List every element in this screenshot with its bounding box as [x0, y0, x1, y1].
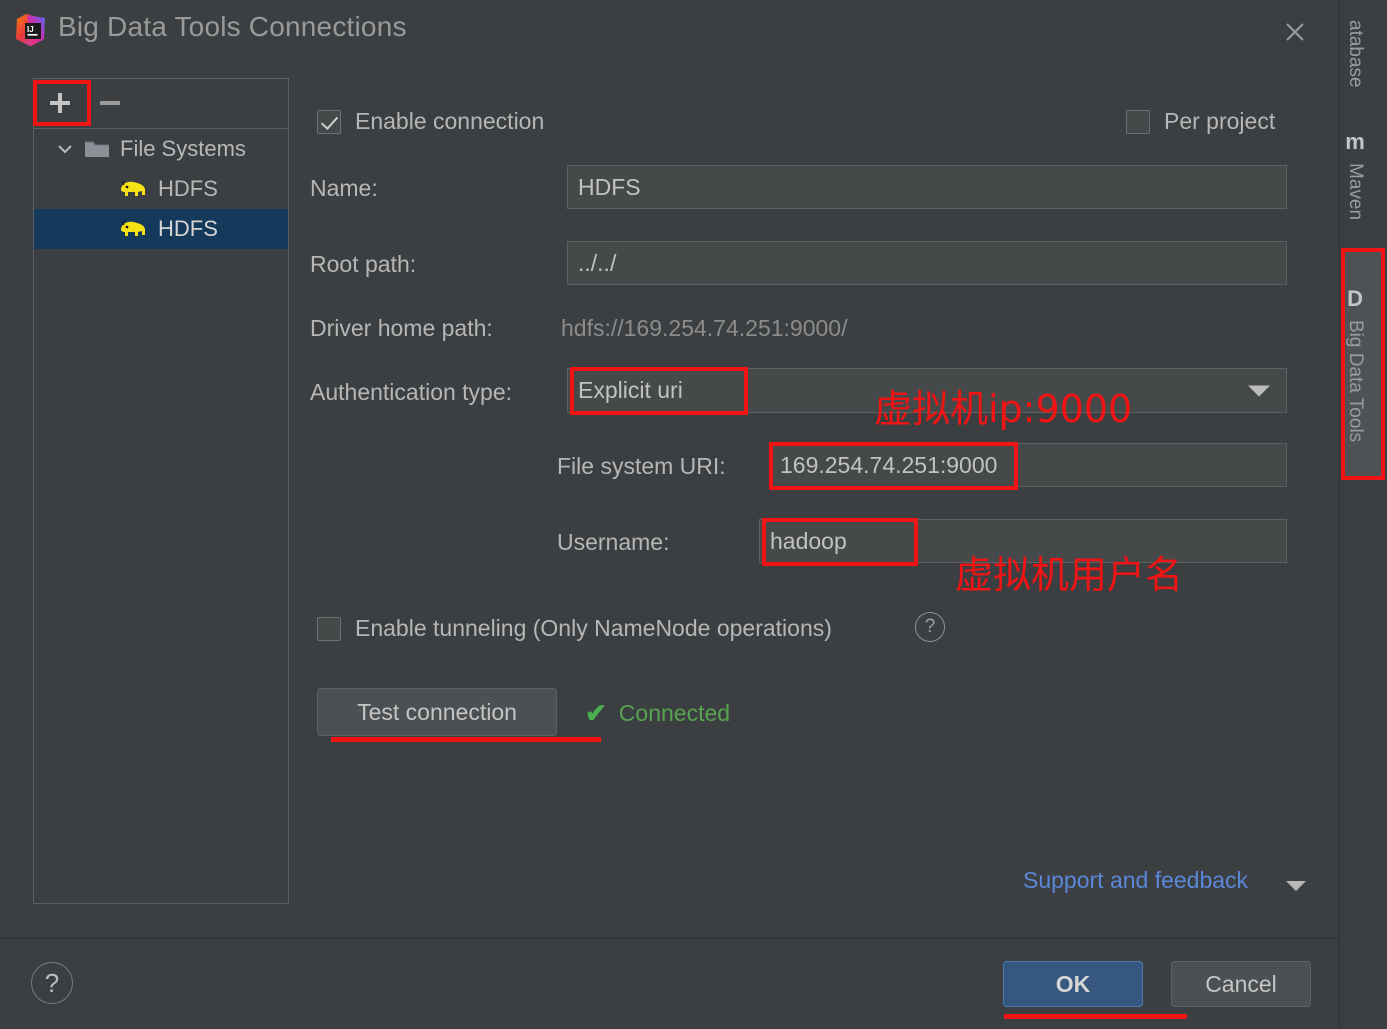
chevron-down-icon[interactable]	[1286, 881, 1306, 891]
ok-button[interactable]: OK	[1003, 961, 1143, 1007]
tool-tab-maven[interactable]: m Maven	[1344, 110, 1384, 240]
tool-tab-label: Big Data Tools	[1345, 319, 1366, 443]
chevron-down-icon[interactable]	[50, 139, 80, 159]
enable-tunneling-checkbox[interactable]: Enable tunneling (Only NameNode operatio…	[317, 615, 832, 642]
footer-divider	[0, 938, 1339, 939]
folder-icon	[84, 138, 110, 160]
tree-item-label: HDFS	[158, 216, 218, 241]
connections-tree: File Systems HDFS HDFS	[34, 129, 288, 249]
test-connection-button[interactable]: Test connection	[317, 688, 557, 736]
username-input[interactable]: hadoop	[759, 519, 1287, 563]
connection-status-label: Connected	[618, 700, 731, 726]
intellij-idea-logo-icon: IJ	[14, 13, 48, 47]
username-label: Username:	[557, 529, 670, 555]
connections-tree-panel: File Systems HDFS HDFS	[33, 78, 289, 904]
enable-connection-label: Enable connection	[355, 108, 545, 134]
cancel-button[interactable]: Cancel	[1171, 961, 1311, 1007]
tree-toolbar	[34, 79, 288, 129]
big-data-tools-icon: D	[1347, 285, 1363, 311]
hadoop-elephant-icon	[118, 178, 148, 200]
tool-tab-bigdata-content: D Big Data Tools	[1344, 286, 1366, 442]
driver-home-path-value: hdfs://169.254.74.251:9000/	[561, 315, 848, 341]
plus-icon[interactable]	[38, 81, 82, 125]
file-system-uri-input[interactable]: 169.254.74.251:9000	[769, 443, 1287, 487]
authentication-type-value: Explicit uri	[578, 377, 683, 403]
chevron-down-icon	[1248, 385, 1270, 396]
help-circle-icon[interactable]: ?	[31, 962, 73, 1004]
name-label: Name:	[310, 175, 378, 201]
svg-text:IJ: IJ	[27, 25, 34, 34]
tool-tab-big-data-tools[interactable]: D Big Data Tools	[1344, 250, 1384, 478]
root-path-label: Root path:	[310, 251, 417, 277]
tool-tab-maven-content: m Maven	[1344, 129, 1366, 220]
file-system-uri-label: File system URI:	[557, 453, 726, 479]
dialog-title: Big Data Tools Connections	[58, 11, 407, 42]
tree-item-hdfs-1[interactable]: HDFS	[34, 169, 288, 209]
tool-tab-label: atabase	[1345, 20, 1366, 88]
authentication-type-select[interactable]: Explicit uri	[567, 368, 1287, 413]
driver-home-path-label: Driver home path:	[310, 315, 493, 341]
help-circle-icon[interactable]: ?	[915, 612, 945, 642]
authentication-type-label: Authentication type:	[310, 379, 513, 405]
enable-tunneling-label: Enable tunneling (Only NameNode operatio…	[355, 615, 832, 641]
enable-connection-checkbox[interactable]: Enable connection	[317, 108, 544, 135]
big-data-tools-connections-dialog: IJ Big Data Tools Connections File Syste…	[0, 0, 1339, 1029]
tool-tab-database[interactable]: atabase	[1344, 4, 1384, 104]
close-icon[interactable]	[1272, 12, 1318, 52]
per-project-checkbox[interactable]: Per project	[1126, 108, 1275, 135]
checkbox-box	[1126, 109, 1150, 134]
connection-status: ✔ Connected	[585, 698, 730, 729]
per-project-label: Per project	[1164, 108, 1276, 134]
checkbox-box	[317, 616, 341, 641]
tool-tab-label: Maven	[1345, 163, 1366, 221]
connection-settings-form: Enable connection Per project Name: HDFS…	[300, 78, 1310, 904]
check-icon: ✔	[585, 698, 607, 728]
dialog-titlebar: IJ Big Data Tools Connections	[0, 0, 1339, 60]
root-path-input[interactable]: ../../	[567, 241, 1287, 285]
name-input[interactable]: HDFS	[567, 165, 1287, 209]
support-and-feedback-link[interactable]: Support and feedback	[1023, 867, 1248, 894]
maven-icon: m	[1345, 129, 1365, 155]
tree-item-label: HDFS	[158, 176, 218, 201]
tree-item-label: File Systems	[120, 136, 246, 161]
tree-item-hdfs-2[interactable]: HDFS	[34, 209, 288, 249]
tree-item-file-systems[interactable]: File Systems	[34, 129, 288, 169]
ide-tool-window-strip: atabase m Maven D Big Data Tools	[1339, 0, 1387, 1029]
hadoop-elephant-icon	[118, 218, 148, 240]
checkbox-box	[317, 109, 341, 134]
minus-icon[interactable]	[88, 81, 132, 125]
screen-root: IJ Big Data Tools Connections File Syste…	[0, 0, 1387, 1029]
